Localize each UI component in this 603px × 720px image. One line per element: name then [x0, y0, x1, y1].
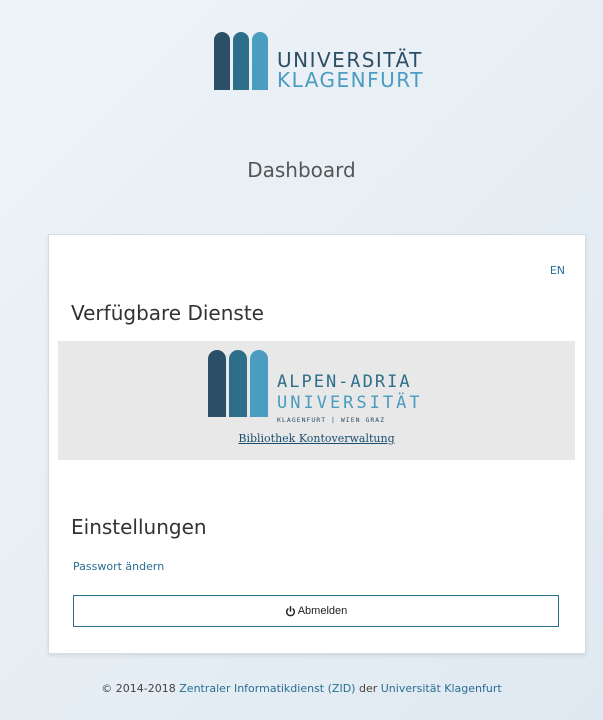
- logout-label: Abmelden: [297, 605, 348, 617]
- service-logo-subtext: KLAGENFURT | WIEN GRAZ: [277, 416, 386, 424]
- language-switch-link[interactable]: EN: [550, 264, 565, 277]
- footer-zid-link[interactable]: Zentraler Informatikdienst (ZID): [179, 682, 355, 695]
- footer-middle-text: der: [358, 682, 378, 695]
- logo-text-universitaet: UNIVERSITÄT: [277, 48, 423, 72]
- dashboard-card: EN Verfügbare Dienste ALPEN-ADRIA UNIVER…: [48, 234, 586, 654]
- power-icon: [285, 605, 295, 616]
- footer-copyright: © 2014-2018: [101, 682, 176, 695]
- services-heading: Verfügbare Dienste: [71, 301, 264, 325]
- service-logo-text-alpen-adria: ALPEN-ADRIA: [277, 372, 412, 392]
- service-logo-text-universitaet: UNIVERSITÄT: [277, 393, 423, 413]
- settings-heading: Einstellungen: [71, 515, 207, 539]
- library-account-link[interactable]: Bibliothek Kontoverwaltung: [58, 432, 575, 445]
- university-logo-mark-icon: [214, 32, 268, 90]
- page-title: Dashboard: [247, 158, 356, 182]
- university-logo: UNIVERSITÄT KLAGENFURT: [214, 30, 424, 92]
- footer-university-link[interactable]: Universität Klagenfurt: [381, 682, 502, 695]
- service-tile-library[interactable]: ALPEN-ADRIA UNIVERSITÄT KLAGENFURT | WIE…: [58, 341, 575, 460]
- logo-text-klagenfurt: KLAGENFURT: [277, 68, 424, 92]
- aau-logo-mark-icon: [208, 350, 268, 417]
- logout-button[interactable]: Abmelden: [73, 595, 559, 627]
- change-password-link[interactable]: Passwort ändern: [73, 560, 164, 573]
- footer: © 2014-2018 Zentraler Informatikdienst (…: [0, 682, 603, 695]
